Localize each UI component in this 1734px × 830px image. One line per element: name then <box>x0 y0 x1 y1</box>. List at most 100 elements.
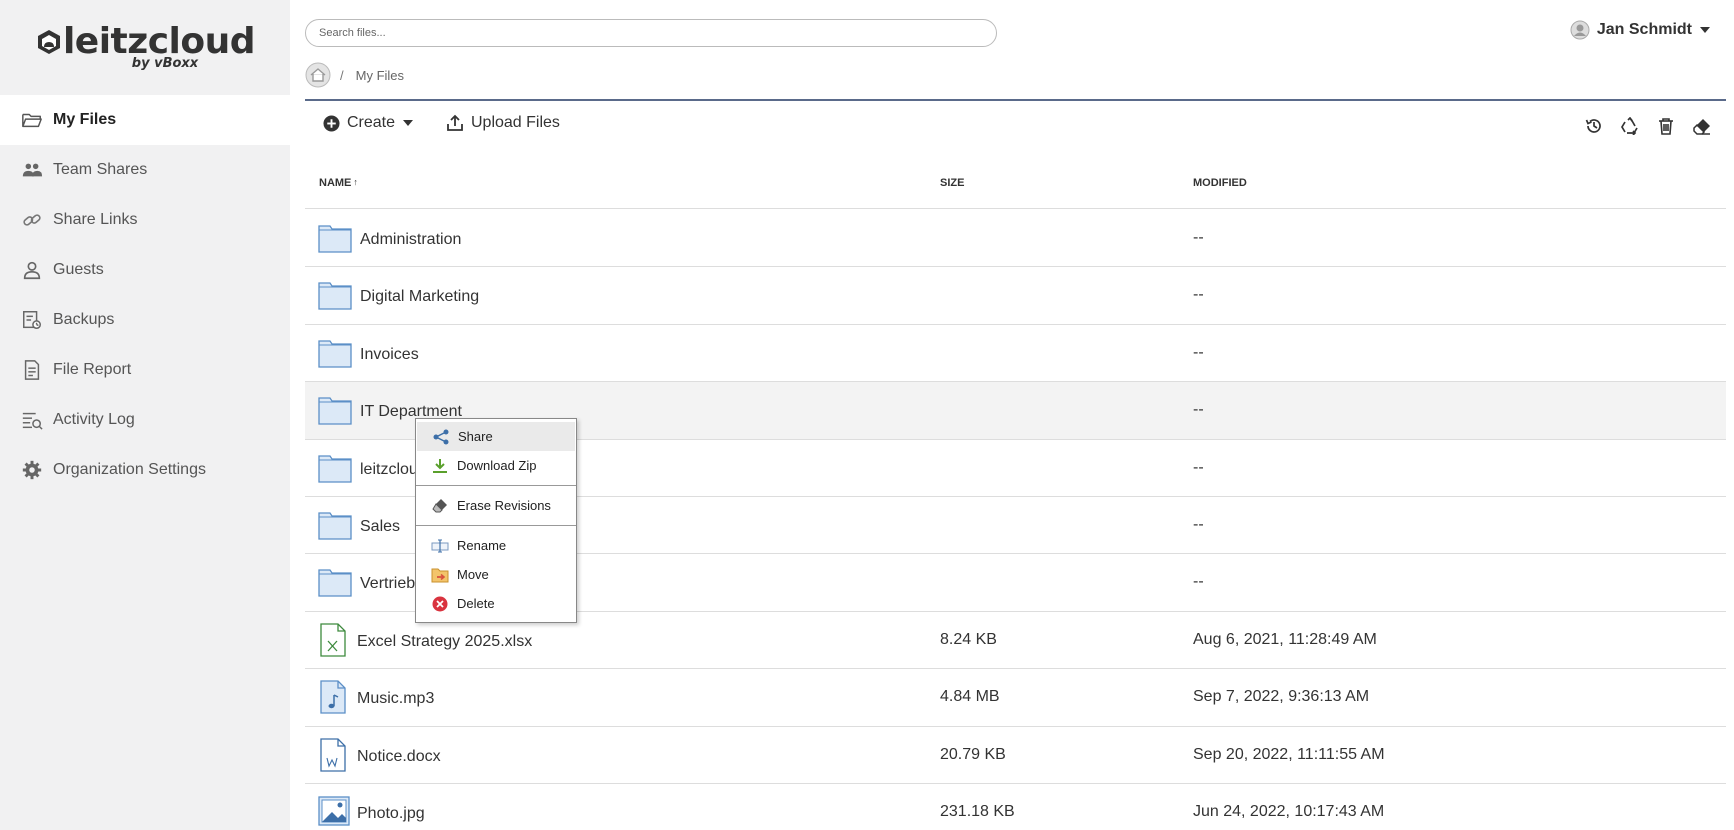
upload-icon <box>447 114 463 131</box>
home-icon[interactable] <box>305 62 331 88</box>
leitzcloud-logo-icon <box>37 30 60 54</box>
rename-icon <box>431 537 449 555</box>
sidebar-item-activity-log[interactable]: Activity Log <box>0 395 290 445</box>
download-icon <box>431 457 449 475</box>
folder-icon <box>318 282 352 311</box>
column-header-modified[interactable]: MODIFIED <box>1193 177 1247 189</box>
file-modified: Sep 7, 2022, 9:36:13 AM <box>1193 688 1370 706</box>
brand-name: leitzcloud <box>62 21 256 62</box>
sidebar-item-label: Team Shares <box>53 161 148 178</box>
file-name[interactable]: Invoices <box>360 346 419 364</box>
sidebar: leitzcloud by vBoxx My Files Team Shares… <box>0 0 290 830</box>
move-folder-icon <box>431 566 449 584</box>
folder-icon <box>318 225 352 253</box>
chevron-down-icon <box>1700 27 1710 33</box>
file-modified: -- <box>1193 458 1204 476</box>
share-icon <box>432 428 450 446</box>
folder-icon <box>318 454 352 483</box>
activity-list-icon <box>20 408 44 432</box>
recycle-icon[interactable] <box>1612 113 1648 139</box>
file-name[interactable]: Vertrieb <box>360 575 415 593</box>
file-modified: Jun 24, 2022, 10:17:43 AM <box>1193 802 1385 820</box>
users-icon <box>20 158 44 182</box>
link-icon <box>20 208 44 232</box>
file-name[interactable]: Sales <box>360 518 400 536</box>
table-row[interactable]: Photo.jpg 231.18 KB Jun 24, 2022, 10:17:… <box>305 784 1726 830</box>
excel-file-icon <box>320 623 346 657</box>
trash-icon[interactable] <box>1648 113 1684 139</box>
context-menu-delete[interactable]: Delete <box>416 589 576 618</box>
file-modified: Sep 20, 2022, 11:11:55 AM <box>1193 745 1385 763</box>
context-menu-erase-revisions[interactable]: Erase Revisions <box>416 491 576 520</box>
user-menu[interactable]: Jan Schmidt <box>1570 20 1710 40</box>
context-menu-download-zip[interactable]: Download Zip <box>416 451 576 480</box>
sidebar-item-label: Backups <box>53 311 115 328</box>
table-row[interactable]: Notice.docx 20.79 KB Sep 20, 2022, 11:11… <box>305 727 1726 784</box>
context-menu-label: Erase Revisions <box>457 498 551 513</box>
audio-file-icon <box>320 680 346 714</box>
column-header-name[interactable]: NAME ↑ <box>319 177 358 189</box>
file-size: 4.84 MB <box>940 688 1000 706</box>
upload-label: Upload Files <box>471 114 560 131</box>
sidebar-item-label: My Files <box>53 111 117 128</box>
table-header: NAME ↑ SIZE MODIFIED <box>305 163 1726 209</box>
context-menu-label: Download Zip <box>457 458 537 473</box>
sidebar-item-label: Activity Log <box>53 411 135 428</box>
file-modified: -- <box>1193 229 1204 246</box>
create-button[interactable]: Create <box>323 114 414 132</box>
context-menu-label: Share <box>458 429 493 444</box>
sidebar-item-team-shares[interactable]: Team Shares <box>0 145 290 195</box>
file-modified: Aug 6, 2021, 11:28:49 AM <box>1193 630 1377 648</box>
upload-files-button[interactable]: Upload Files <box>446 114 560 132</box>
file-name[interactable]: Administration <box>360 231 461 249</box>
eraser-icon <box>431 497 449 515</box>
table-row[interactable]: Music.mp3 4.84 MB Sep 7, 2022, 9:36:13 A… <box>305 669 1726 727</box>
file-modified: -- <box>1193 401 1204 419</box>
menu-divider <box>416 525 576 526</box>
sidebar-item-share-links[interactable]: Share Links <box>0 195 290 245</box>
sort-ascending-icon: ↑ <box>353 177 358 187</box>
file-modified: -- <box>1193 515 1204 533</box>
breadcrumb: / My Files <box>305 62 404 88</box>
sidebar-item-label: Guests <box>53 261 104 278</box>
sidebar-item-backups[interactable]: Backups <box>0 295 290 345</box>
context-menu-label: Delete <box>457 596 495 611</box>
table-row[interactable]: Digital Marketing -- <box>305 267 1726 325</box>
file-size: 20.79 KB <box>940 745 1006 763</box>
user-icon <box>20 258 44 282</box>
context-menu: Share Download Zip Erase Revisions Renam… <box>415 418 577 623</box>
file-name[interactable]: Excel Strategy 2025.xlsx <box>357 633 532 651</box>
word-file-icon <box>320 737 346 772</box>
context-menu-label: Move <box>457 567 489 582</box>
history-icon[interactable] <box>1576 113 1612 139</box>
logo[interactable]: leitzcloud by vBoxx <box>0 0 290 95</box>
folder-open-icon <box>20 108 44 132</box>
column-header-name-label: NAME <box>319 177 352 189</box>
sidebar-item-label: Organization Settings <box>53 461 206 478</box>
file-size: 8.24 KB <box>940 630 997 648</box>
file-modified: -- <box>1193 286 1204 304</box>
table-row[interactable]: Administration -- <box>305 210 1726 268</box>
folder-icon <box>318 397 352 425</box>
sidebar-item-label: File Report <box>53 361 132 378</box>
search-input[interactable] <box>305 19 997 47</box>
file-name[interactable]: Music.mp3 <box>357 690 434 708</box>
sidebar-item-my-files[interactable]: My Files <box>0 95 290 145</box>
context-menu-move[interactable]: Move <box>416 560 576 589</box>
context-menu-rename[interactable]: Rename <box>416 531 576 560</box>
header-divider <box>305 99 1726 101</box>
brand-sub: by vBoxx <box>131 56 199 71</box>
column-header-size[interactable]: SIZE <box>940 177 964 189</box>
table-row[interactable]: Invoices -- <box>305 325 1726 383</box>
context-menu-share[interactable]: Share <box>417 422 575 451</box>
breadcrumb-current: My Files <box>355 67 405 83</box>
sidebar-item-organization-settings[interactable]: Organization Settings <box>0 445 290 495</box>
file-name[interactable]: Photo.jpg <box>357 805 425 823</box>
sidebar-item-file-report[interactable]: File Report <box>0 345 290 395</box>
eraser-icon[interactable] <box>1684 113 1720 139</box>
file-name[interactable]: Digital Marketing <box>360 288 479 306</box>
sidebar-item-guests[interactable]: Guests <box>0 245 290 295</box>
chevron-down-icon <box>403 120 414 126</box>
plus-circle-icon <box>323 114 340 132</box>
file-name[interactable]: Notice.docx <box>357 748 441 766</box>
